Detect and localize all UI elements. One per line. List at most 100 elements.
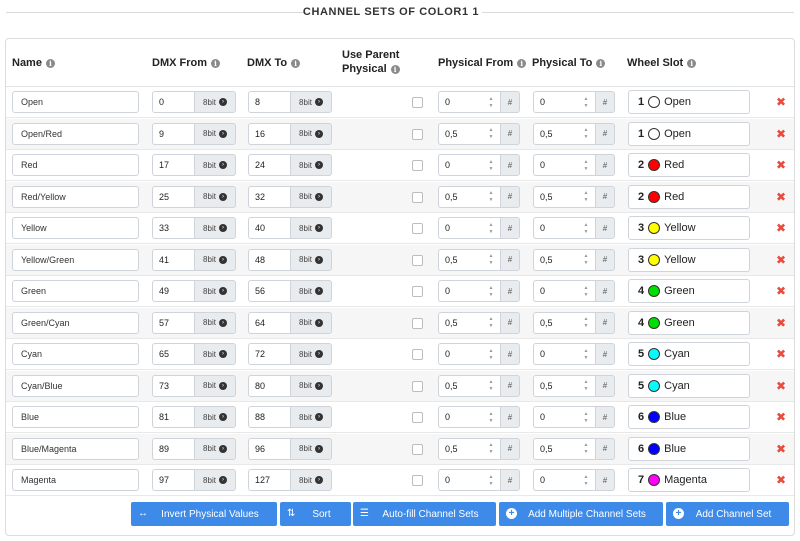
auto-fill-channel-sets-button[interactable]: ☰ Auto-fill Channel Sets xyxy=(353,502,496,526)
wheel-slot-select[interactable]: 2 Red xyxy=(628,184,750,209)
bit-depth-button[interactable]: 8bit › xyxy=(194,343,236,365)
bit-depth-button[interactable]: 8bit › xyxy=(290,217,332,239)
physical-from-input[interactable]: 0 xyxy=(438,343,482,365)
bit-depth-button[interactable]: 8bit › xyxy=(194,122,236,145)
use-parent-physical-checkbox[interactable] xyxy=(412,160,423,171)
physical-to-input[interactable]: 0,5 xyxy=(533,311,577,334)
bit-depth-button[interactable]: 8bit › xyxy=(194,311,236,334)
use-parent-physical-checkbox[interactable] xyxy=(412,443,423,455)
name-input[interactable]: Yellow xyxy=(12,217,139,239)
delete-icon[interactable]: ✖ xyxy=(775,190,787,204)
delete-icon[interactable]: ✖ xyxy=(775,127,787,141)
info-icon[interactable]: i xyxy=(390,64,400,74)
bit-depth-button[interactable]: 8bit › xyxy=(290,248,332,271)
use-parent-physical-checkbox[interactable] xyxy=(412,286,423,297)
physical-from-input[interactable]: 0 xyxy=(438,280,482,302)
dmx-from-input[interactable]: 73 xyxy=(152,374,194,397)
dmx-to-input[interactable]: 16 xyxy=(248,122,290,145)
physical-to-input[interactable]: 0 xyxy=(533,406,577,428)
physical-to-input[interactable]: 0,5 xyxy=(533,185,577,208)
name-input[interactable]: Green/Cyan xyxy=(12,311,139,334)
name-input[interactable]: Open/Red xyxy=(12,122,139,145)
add-channel-set-button[interactable]: + Add Channel Set xyxy=(666,502,789,526)
dmx-to-input[interactable]: 56 xyxy=(248,280,290,302)
dmx-from-input[interactable]: 9 xyxy=(152,122,194,145)
name-input[interactable]: Cyan xyxy=(12,343,139,365)
spinner-control[interactable]: ▲ ▼ xyxy=(577,469,595,491)
dmx-from-input[interactable]: 81 xyxy=(152,406,194,428)
info-icon[interactable]: i xyxy=(211,58,220,68)
name-input[interactable]: Blue xyxy=(12,406,139,428)
invert-physical-values-button[interactable]: ↔ Invert Physical Values xyxy=(131,502,277,526)
bit-depth-button[interactable]: 8bit › xyxy=(290,154,332,176)
delete-icon[interactable]: ✖ xyxy=(775,95,787,109)
spinner-control[interactable]: ▲ ▼ xyxy=(482,91,500,113)
delete-icon[interactable]: ✖ xyxy=(775,253,787,267)
wheel-slot-select[interactable]: 1 Open xyxy=(628,90,750,114)
spinner-control[interactable]: ▲ ▼ xyxy=(482,374,500,397)
wheel-slot-select[interactable]: 3 Yellow xyxy=(628,216,750,240)
use-parent-physical-checkbox[interactable] xyxy=(412,128,423,140)
spinner-control[interactable]: ▲ ▼ xyxy=(482,280,500,302)
delete-icon[interactable]: ✖ xyxy=(775,347,787,361)
dmx-to-input[interactable]: 24 xyxy=(248,154,290,176)
delete-icon[interactable]: ✖ xyxy=(775,379,787,393)
bit-depth-button[interactable]: 8bit › xyxy=(194,406,236,428)
use-parent-physical-checkbox[interactable] xyxy=(412,97,423,108)
delete-icon[interactable]: ✖ xyxy=(775,473,787,487)
dmx-from-input[interactable]: 57 xyxy=(152,311,194,334)
spinner-control[interactable]: ▲ ▼ xyxy=(482,122,500,145)
dmx-from-input[interactable]: 33 xyxy=(152,217,194,239)
spinner-control[interactable]: ▲ ▼ xyxy=(577,437,595,460)
dmx-from-input[interactable]: 49 xyxy=(152,280,194,302)
use-parent-physical-checkbox[interactable] xyxy=(412,254,423,266)
bit-depth-button[interactable]: 8bit › xyxy=(194,437,236,460)
bit-depth-button[interactable]: 8bit › xyxy=(194,280,236,302)
spinner-control[interactable]: ▲ ▼ xyxy=(577,343,595,365)
bit-depth-button[interactable]: 8bit › xyxy=(290,122,332,145)
dmx-from-input[interactable]: 25 xyxy=(152,185,194,208)
name-input[interactable]: Yellow/Green xyxy=(12,248,139,271)
spinner-control[interactable]: ▲ ▼ xyxy=(482,343,500,365)
physical-from-input[interactable]: 0,5 xyxy=(438,122,482,145)
spinner-control[interactable]: ▲ ▼ xyxy=(482,217,500,239)
bit-depth-button[interactable]: 8bit › xyxy=(290,343,332,365)
physical-to-input[interactable]: 0 xyxy=(533,91,577,113)
wheel-slot-select[interactable]: 6 Blue xyxy=(628,405,750,429)
bit-depth-button[interactable]: 8bit › xyxy=(290,185,332,208)
sort-button[interactable]: ⇅ Sort xyxy=(280,502,351,526)
dmx-from-input[interactable]: 41 xyxy=(152,248,194,271)
wheel-slot-select[interactable]: 7 Magenta xyxy=(628,468,750,492)
physical-from-input[interactable]: 0,5 xyxy=(438,437,482,460)
info-icon[interactable]: i xyxy=(291,58,301,68)
bit-depth-button[interactable]: 8bit › xyxy=(290,280,332,302)
add-multiple-channel-sets-button[interactable]: + Add Multiple Channel Sets xyxy=(499,502,663,526)
spinner-control[interactable]: ▲ ▼ xyxy=(577,280,595,302)
spinner-control[interactable]: ▲ ▼ xyxy=(482,248,500,271)
name-input[interactable]: Red xyxy=(12,154,139,176)
delete-icon[interactable]: ✖ xyxy=(775,221,787,235)
physical-from-input[interactable]: 0,5 xyxy=(438,185,482,208)
use-parent-physical-checkbox[interactable] xyxy=(412,475,423,486)
spinner-control[interactable]: ▲ ▼ xyxy=(577,122,595,145)
info-icon[interactable]: i xyxy=(687,58,697,68)
dmx-from-input[interactable]: 65 xyxy=(152,343,194,365)
dmx-from-input[interactable]: 89 xyxy=(152,437,194,460)
dmx-from-input[interactable]: 97 xyxy=(152,469,194,491)
wheel-slot-select[interactable]: 5 Cyan xyxy=(628,342,750,366)
bit-depth-button[interactable]: 8bit › xyxy=(290,374,332,397)
name-input[interactable]: Open xyxy=(12,91,139,113)
delete-icon[interactable]: ✖ xyxy=(775,284,787,298)
bit-depth-button[interactable]: 8bit › xyxy=(290,406,332,428)
dmx-to-input[interactable]: 32 xyxy=(248,185,290,208)
spinner-control[interactable]: ▲ ▼ xyxy=(482,406,500,428)
bit-depth-button[interactable]: 8bit › xyxy=(194,154,236,176)
bit-depth-button[interactable]: 8bit › xyxy=(194,217,236,239)
use-parent-physical-checkbox[interactable] xyxy=(412,223,423,234)
spinner-control[interactable]: ▲ ▼ xyxy=(482,437,500,460)
bit-depth-button[interactable]: 8bit › xyxy=(194,374,236,397)
bit-depth-button[interactable]: 8bit › xyxy=(194,469,236,491)
dmx-from-input[interactable]: 0 xyxy=(152,91,194,113)
use-parent-physical-checkbox[interactable] xyxy=(412,191,423,203)
spinner-control[interactable]: ▲ ▼ xyxy=(577,406,595,428)
